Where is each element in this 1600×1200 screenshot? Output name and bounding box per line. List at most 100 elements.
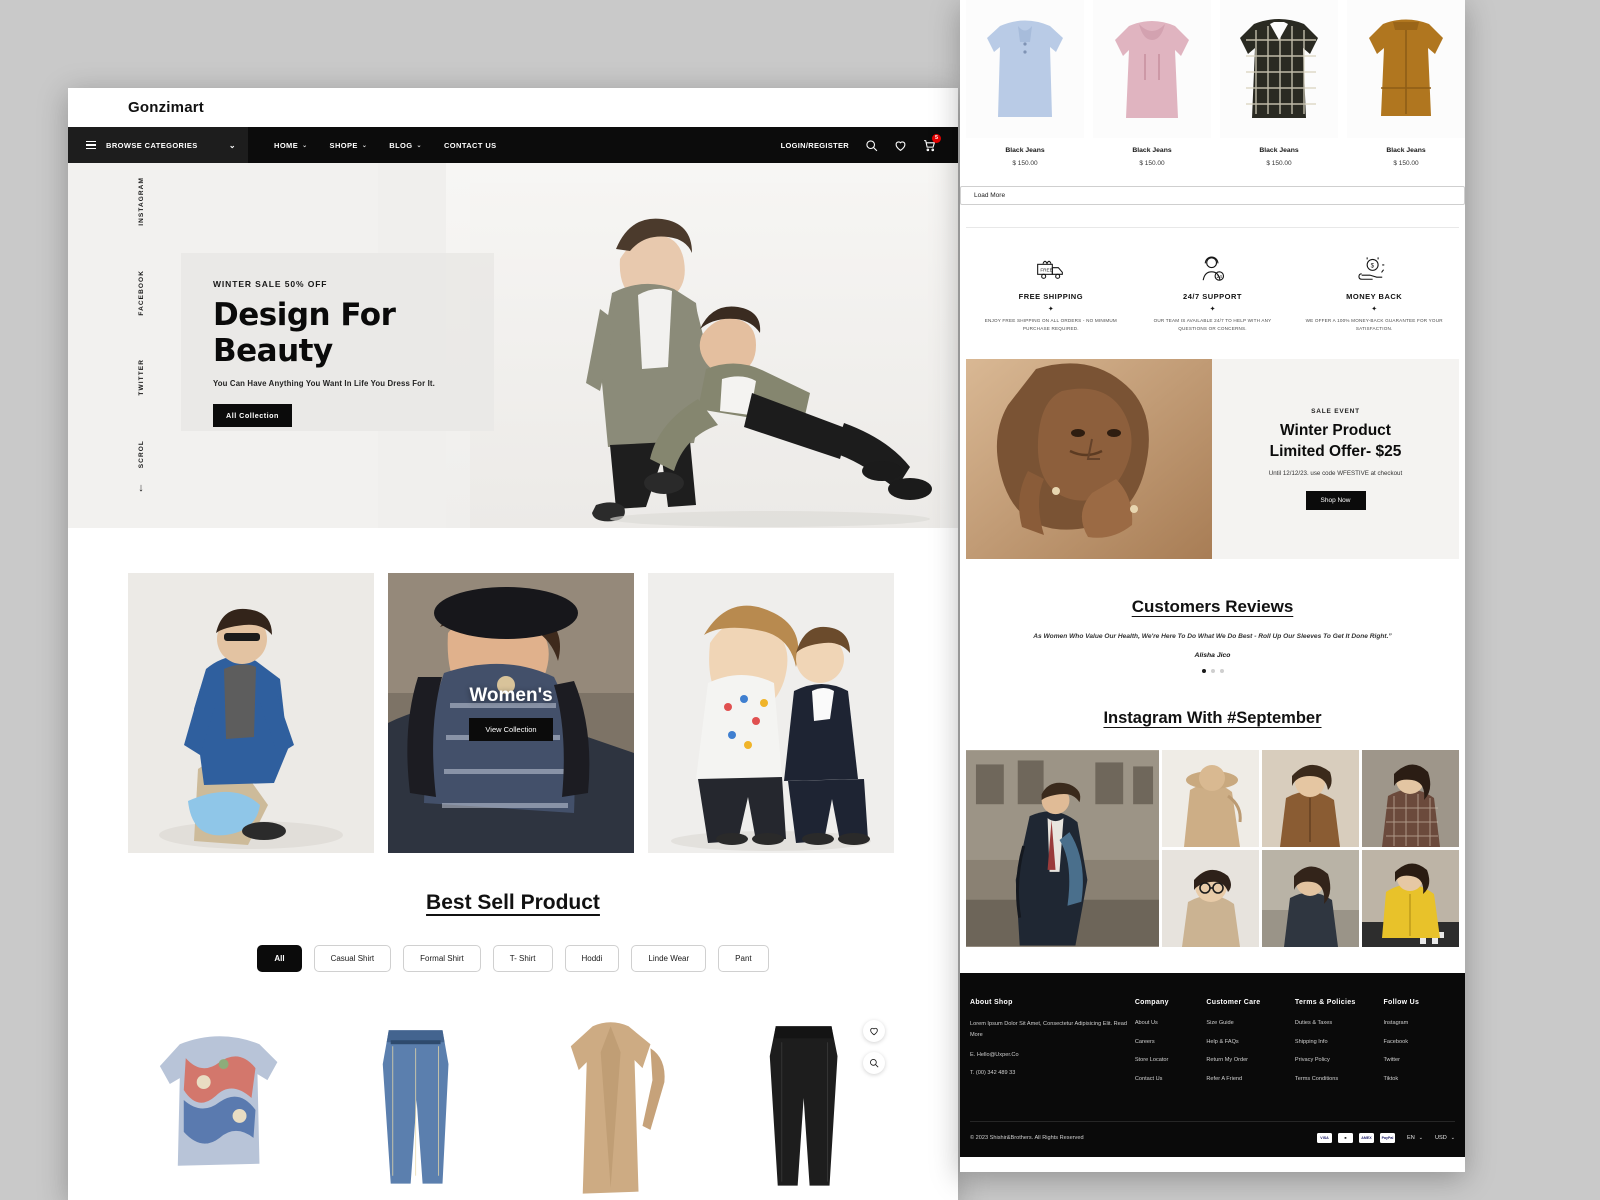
product-filter-tabs: All Casual Shirt Formal Shirt T- Shirt H… [68,945,958,972]
instagram-column [1162,750,1259,948]
language-selector[interactable]: EN ⌄ [1407,1135,1423,1141]
instagram-post[interactable] [1262,850,1359,948]
instagram-image-hat-woman [1162,750,1259,848]
footer-link[interactable]: Twitter [1383,1056,1455,1066]
product-card[interactable] [128,1004,313,1194]
homepage-bottom-panel: Black Jeans $ 150.00 Black Jeans $ 150.0… [960,0,1465,1172]
wishlist-heart-icon[interactable] [863,1020,885,1042]
chevron-down-icon: ⌄ [416,142,422,149]
footer-column-company: Company About Us Careers Store Locator C… [1135,999,1207,1093]
filter-tab-all[interactable]: All [257,945,302,972]
footer-link[interactable]: Tiktok [1383,1075,1455,1085]
review-quote: As Women Who Value Our Health, We're Her… [1033,633,1392,641]
carousel-dot-3[interactable] [1219,669,1224,674]
quick-view-search-icon[interactable] [863,1052,885,1074]
nav-actions: LOGIN/REGISTER 5 [781,133,958,152]
scroll-down-arrow-icon[interactable]: ↓ [138,482,144,494]
category-card-kids[interactable] [648,573,894,853]
footer-link[interactable]: Shipping Info [1295,1038,1384,1048]
support-agent-icon: 24 [1140,252,1286,286]
all-collection-button[interactable]: All Collection [213,404,292,427]
filter-tab-pant[interactable]: Pant [718,945,769,972]
svg-text:$: $ [1371,263,1375,270]
instagram-image-street-woman [1262,850,1359,948]
instagram-post[interactable] [1262,750,1359,848]
product-card[interactable]: Black Jeans $ 150.00 [966,0,1084,167]
hero-model-photo [470,183,940,528]
carousel-dot-1[interactable] [1201,669,1206,674]
footer-link[interactable]: About Us [1135,1019,1207,1029]
currency-selector[interactable]: USD ⌄ [1435,1135,1455,1141]
nav-item-shope[interactable]: SHOPE ⌄ [330,141,368,150]
promo-model-image [966,359,1212,560]
social-link-instagram[interactable]: INSTAGRAM [138,177,145,226]
product-image-blue-sweater [966,0,1084,138]
instagram-post[interactable] [1362,850,1459,948]
nav-item-home[interactable]: HOME ⌄ [274,141,308,150]
nav-label: BLOG [389,140,413,150]
view-collection-button[interactable]: View Collection [469,718,553,741]
promo-title-line1: Winter Product [1280,422,1391,440]
nav-item-contact-us[interactable]: CONTACT US [444,141,497,150]
footer-link[interactable]: Size Guide [1206,1019,1295,1029]
nav-item-blog[interactable]: BLOG ⌄ [389,141,422,150]
hero-kicker: WINTER SALE 50% OFF [213,279,328,289]
footer-link[interactable]: Refer A Friend [1206,1075,1295,1085]
filter-tab-hoddi[interactable]: Hoddi [564,945,620,972]
product-card[interactable] [518,1004,703,1194]
product-card[interactable] [323,1004,508,1194]
product-price: $ 150.00 [1266,160,1292,167]
browse-categories-label: BROWSE CATEGORIES [106,140,198,150]
product-card[interactable]: Black Jeans $ 150.00 [1347,0,1465,167]
product-card[interactable] [713,1004,898,1194]
category-card-men[interactable] [128,573,374,853]
category-card-women[interactable]: Women's View Collection [388,573,634,853]
footer-link[interactable]: Help & FAQs [1206,1038,1295,1048]
instagram-post[interactable] [1162,750,1259,848]
footer-email[interactable]: E. Hello@Uxper.Co [970,1051,1135,1061]
product-image-pink-hoodie [1093,0,1211,138]
instagram-image-street-suit [966,750,1159,947]
footer-link[interactable]: Contact Us [1135,1075,1207,1085]
footer-link[interactable]: Store Locator [1135,1056,1207,1066]
footer-phone[interactable]: T. (00) 342 489 33 [970,1069,1135,1079]
footer-link[interactable]: Careers [1135,1038,1207,1048]
social-link-twitter[interactable]: TWITTER [138,359,145,396]
product-card[interactable]: Black Jeans $ 150.00 [1220,0,1338,167]
product-card[interactable]: Black Jeans $ 150.00 [1093,0,1211,167]
footer-link[interactable]: Instagram [1383,1019,1455,1029]
cart-icon[interactable]: 5 [923,133,941,152]
load-more-button[interactable]: Load More [960,186,1465,205]
money-back-hand-icon: $ [1301,252,1447,286]
social-link-facebook[interactable]: FACEBOOK [138,270,145,316]
browse-categories-button[interactable]: BROWSE CATEGORIES ⌄ [68,127,248,163]
feature-description: OUR TEAM IS AVAILABLE 24/7 TO HELP WITH … [1153,318,1272,332]
instagram-post[interactable] [966,750,1159,948]
product-price: $ 150.00 [1393,160,1419,167]
footer-link[interactable]: Duties & Taxes [1295,1019,1384,1029]
cart-count-badge: 5 [932,133,941,143]
filter-tab-linde-wear[interactable]: Linde Wear [631,945,707,972]
search-icon[interactable] [865,139,878,152]
feature-support: 24 24/7 SUPPORT ✦ OUR TEAM IS AVAILABLE … [1132,252,1294,333]
footer-about-text: Lorem Ipsum Dolor Sit Amet, Consectetur … [970,1021,1128,1038]
filter-tab-t-shirt[interactable]: T- Shirt [492,945,553,972]
footer-link[interactable]: Return My Order [1206,1056,1295,1066]
carousel-dot-2[interactable] [1210,669,1215,674]
instagram-post[interactable] [1362,750,1459,848]
site-footer: About Shop Lorem Ipsum Dolor Sit Amet, C… [960,973,1465,1158]
filter-tab-casual-shirt[interactable]: Casual Shirt [313,945,392,972]
login-register-link[interactable]: LOGIN/REGISTER [781,141,849,150]
feature-divider-icon: ✦ [1209,306,1216,313]
footer-link[interactable]: Terms Conditions [1295,1075,1384,1085]
product-name: Black Jeans [1259,147,1299,154]
promo-banner: SALE EVENT Winter Product Limited Offer-… [966,359,1459,560]
instagram-post[interactable] [1162,850,1259,948]
site-logo[interactable]: Gonzimart [128,99,204,116]
product-grid-right: Black Jeans $ 150.00 Black Jeans $ 150.0… [960,0,1465,167]
shop-now-button[interactable]: Shop Now [1305,490,1366,510]
filter-tab-formal-shirt[interactable]: Formal Shirt [403,945,481,972]
wishlist-heart-icon[interactable] [894,139,907,152]
footer-link[interactable]: Facebook [1383,1038,1455,1048]
footer-link[interactable]: Privacy Policy [1295,1056,1384,1066]
